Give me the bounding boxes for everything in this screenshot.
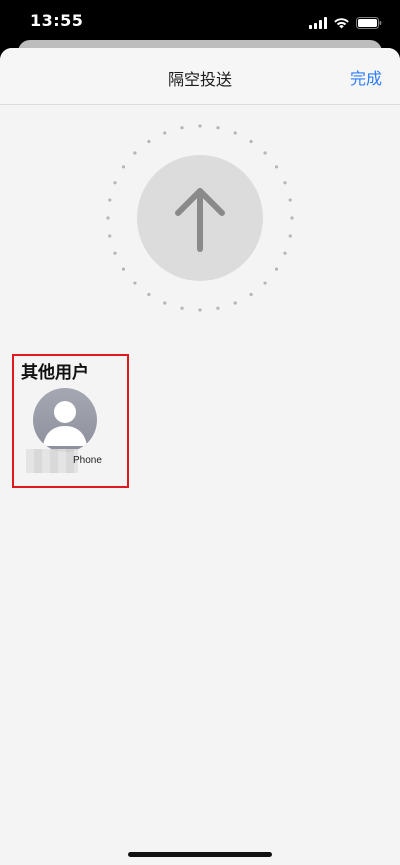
person-icon xyxy=(33,388,97,452)
sheet-header: 隔空投送 完成 xyxy=(0,48,400,105)
radar-dot xyxy=(180,126,184,130)
device-tile[interactable]: Phone xyxy=(26,385,112,475)
status-icons xyxy=(309,14,382,33)
arrow-up-icon xyxy=(175,188,225,252)
radar-dot xyxy=(263,151,267,155)
radar-dot xyxy=(113,181,117,185)
device-name-redaction xyxy=(26,449,78,473)
radar-dot xyxy=(106,216,110,220)
radar-dot xyxy=(249,139,253,144)
radar-dot xyxy=(163,301,167,305)
radar-dot xyxy=(121,267,126,271)
device-name: Phone xyxy=(73,455,102,466)
radar-dot xyxy=(147,139,151,144)
radar-dot xyxy=(198,124,202,128)
radar-dot xyxy=(216,306,220,310)
radar-dot xyxy=(113,251,117,255)
airdrop-sheet: 隔空投送 完成 其他用户 Phone xyxy=(0,48,400,865)
radar-dot xyxy=(121,165,126,169)
status-bar: 13:55 xyxy=(0,0,400,40)
radar-dot xyxy=(290,216,294,220)
wifi-icon xyxy=(333,14,350,33)
radar-dot xyxy=(108,198,112,202)
airdrop-radar xyxy=(100,118,300,318)
done-button[interactable]: 完成 xyxy=(350,65,382,89)
radar-dot xyxy=(216,126,220,130)
radar-dot xyxy=(163,131,167,135)
radar-dot xyxy=(249,292,253,297)
radar-dot xyxy=(147,292,151,297)
radar-dot xyxy=(283,251,287,255)
screen: 13:55 隔空投送 完成 其他用户 Phone xyxy=(0,0,400,865)
radar-dot xyxy=(198,308,202,312)
section-heading-other-users: 其他用户 xyxy=(21,363,89,383)
radar-dot xyxy=(180,306,184,310)
radar-dot xyxy=(288,234,292,238)
radar-dot xyxy=(108,234,112,238)
signal-icon xyxy=(309,14,327,33)
radar-dot xyxy=(288,198,292,202)
home-indicator[interactable] xyxy=(128,852,272,857)
radar-dot xyxy=(263,281,267,285)
radar-dot xyxy=(274,267,279,271)
radar-dot xyxy=(274,165,279,169)
status-time: 13:55 xyxy=(30,11,84,30)
radar-dot xyxy=(283,181,287,185)
battery-icon xyxy=(356,14,382,33)
radar-dot xyxy=(133,281,137,285)
sheet-title: 隔空投送 xyxy=(167,70,232,89)
radar-dot xyxy=(233,131,237,135)
radar-dot xyxy=(233,301,237,305)
